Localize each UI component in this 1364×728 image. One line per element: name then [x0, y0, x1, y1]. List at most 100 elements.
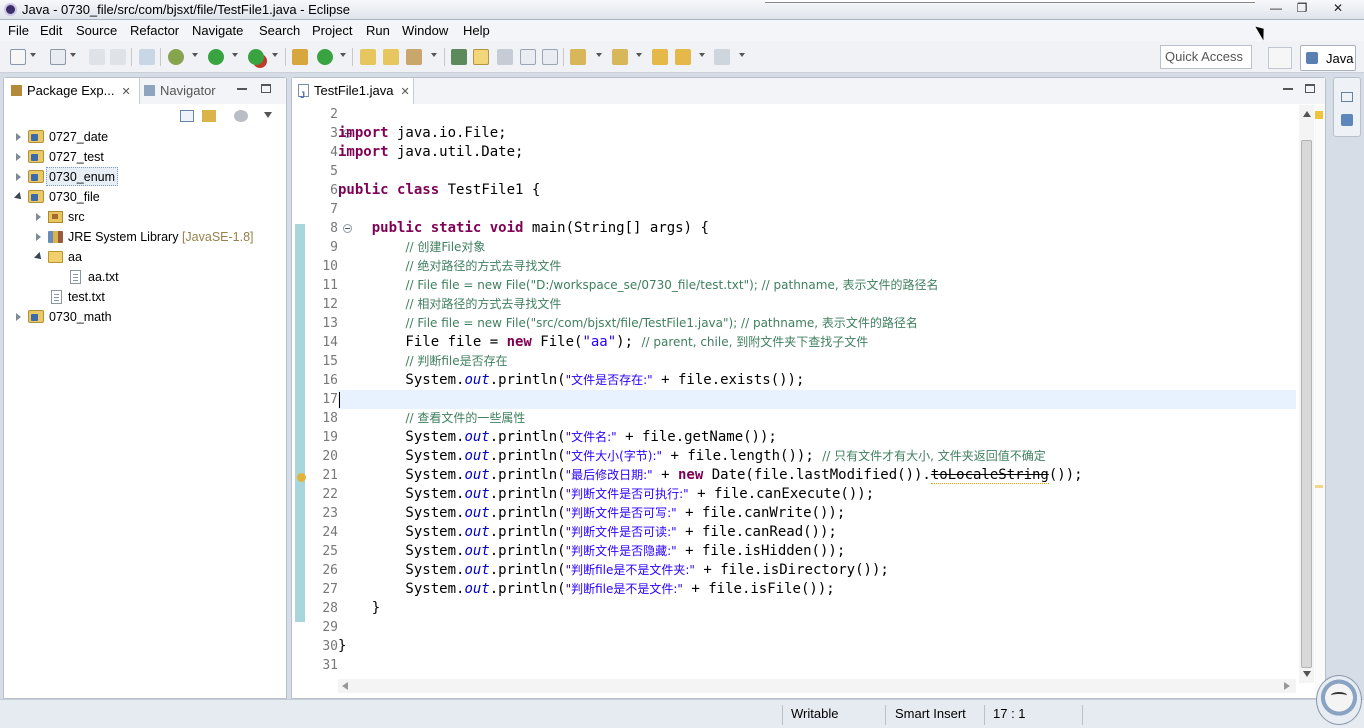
next-annotation-icon[interactable]	[570, 49, 586, 65]
code-line[interactable]: System.out.println("文件大小(字节):" + file.le…	[338, 447, 1296, 466]
code-line[interactable]: import java.util.Date;	[338, 143, 1296, 162]
scroll-left-icon[interactable]	[342, 682, 348, 690]
minimize-editor-icon[interactable]	[1283, 88, 1293, 90]
menu-source[interactable]: Source	[76, 23, 117, 38]
code-line[interactable]: // 判断file是否存在	[338, 352, 1296, 371]
show-source-icon[interactable]	[542, 49, 558, 65]
expand-icon[interactable]	[16, 153, 21, 161]
annotation-ruler[interactable]	[293, 105, 307, 695]
run-icon[interactable]	[208, 49, 224, 65]
scrollbar-thumb[interactable]	[1301, 140, 1312, 668]
occurrence-overview-marker[interactable]	[1315, 485, 1323, 488]
forward-dropdown-icon[interactable]	[739, 53, 745, 57]
code-line[interactable]	[338, 200, 1296, 219]
link-with-editor-icon[interactable]	[202, 110, 216, 122]
menu-run[interactable]: Run	[366, 23, 390, 38]
code-line[interactable]: System.out.println("判断文件是否可读:" + file.ca…	[338, 523, 1296, 542]
tree-item-0730-enum[interactable]: 0730_enum	[4, 167, 284, 186]
external-tools-icon[interactable]	[248, 49, 264, 65]
code-line[interactable]: System.out.println("判断file是不是文件夹:" + fil…	[338, 561, 1296, 580]
code-line[interactable]: System.out.println("文件是否存在:" + file.exis…	[338, 371, 1296, 390]
collapse-icon[interactable]	[14, 192, 24, 202]
minimize-view-icon[interactable]	[237, 88, 247, 90]
focus-active-task-icon[interactable]	[234, 110, 248, 122]
tree-item-jre-system-library[interactable]: JRE System Library [JavaSE-1.8]	[4, 228, 284, 246]
code-line[interactable]: public static void main(String[] args) {	[338, 219, 1296, 238]
code-line[interactable]: File file = new File("aa"); // parent, c…	[338, 333, 1296, 352]
toggle-ant-editor-icon[interactable]	[451, 49, 467, 65]
code-line[interactable]	[338, 618, 1296, 637]
save-icon[interactable]	[89, 49, 105, 65]
expand-icon[interactable]	[16, 173, 21, 181]
open-type-icon[interactable]	[360, 49, 376, 65]
close-icon[interactable]: ✕	[400, 79, 409, 105]
tree-item-test-txt[interactable]: test.txt	[4, 288, 284, 306]
code-line[interactable]: public class TestFile1 {	[338, 181, 1296, 200]
debug-icon[interactable]	[168, 49, 184, 65]
code-line[interactable]: System.out.println("判断文件是否可执行:" + file.c…	[338, 485, 1296, 504]
menu-refactor[interactable]: Refactor	[130, 23, 179, 38]
previous-annotation-icon[interactable]	[612, 49, 628, 65]
code-line[interactable]: }	[338, 599, 1296, 618]
new-icon[interactable]	[10, 49, 26, 65]
close-button[interactable]: ✕	[1324, 0, 1352, 18]
expand-icon[interactable]	[16, 133, 21, 141]
menu-window[interactable]: Window	[402, 23, 448, 38]
tree-item-aa[interactable]: aa	[4, 248, 284, 266]
save-all-icon[interactable]	[110, 49, 126, 65]
toggle-mark-occurrences-icon[interactable]	[473, 49, 489, 65]
code-line[interactable]: System.out.println("判断文件是否隐藏:" + file.is…	[338, 542, 1296, 561]
tree-item-0727-date[interactable]: 0727_date	[4, 128, 284, 146]
show-whitespace-icon[interactable]	[520, 49, 536, 65]
external-tools-dropdown-icon[interactable]	[272, 53, 278, 57]
tab-testfile1-java[interactable]: TestFile1.java ✕	[292, 78, 414, 108]
code-line[interactable]: // File file = new File("D:/workspace_se…	[338, 276, 1296, 295]
code-line[interactable]: System.out.println("最后修改日期:" + new Date(…	[338, 466, 1296, 485]
previous-annotation-dropdown-icon[interactable]	[636, 53, 642, 57]
tree-item-0730-math[interactable]: 0730_math	[4, 308, 284, 326]
menu-search[interactable]: Search	[259, 23, 300, 38]
code-line[interactable]	[338, 656, 1296, 675]
last-edit-location-icon[interactable]	[652, 49, 668, 65]
java-perspective-button[interactable]: Java	[1300, 45, 1356, 71]
collapse-icon[interactable]	[34, 252, 44, 262]
restore-icon[interactable]	[1341, 92, 1353, 102]
menu-edit[interactable]: Edit	[40, 23, 62, 38]
code-line[interactable]: // File file = new File("src/com/bjsxt/f…	[338, 314, 1296, 333]
scroll-up-icon[interactable]	[1303, 111, 1311, 117]
tab-package-explorer[interactable]: Package Exp... ✕	[4, 78, 140, 104]
quick-access-field[interactable]: Quick Access	[1160, 45, 1252, 69]
new-wizard-icon[interactable]	[50, 49, 66, 65]
new-java-package-icon[interactable]	[292, 49, 308, 65]
tree-item-0727-test[interactable]: 0727_test	[4, 148, 284, 166]
menu-help[interactable]: Help	[463, 23, 490, 38]
forward-icon[interactable]	[714, 49, 730, 65]
vertical-scrollbar[interactable]	[1299, 105, 1314, 683]
menu-navigate[interactable]: Navigate	[192, 23, 243, 38]
code-line[interactable]: // 绝对路径的方式去寻找文件	[338, 257, 1296, 276]
warning-overview-marker[interactable]	[1315, 111, 1323, 119]
code-line[interactable]: import java.io.File;	[338, 124, 1296, 143]
skip-breakpoints-icon[interactable]	[139, 49, 155, 65]
scroll-right-icon[interactable]	[1284, 682, 1290, 690]
maximize-button[interactable]: ❐	[1288, 0, 1316, 18]
warning-icon[interactable]	[297, 473, 306, 482]
new-wizard-dropdown-icon[interactable]	[70, 53, 76, 57]
close-icon[interactable]: ✕	[121, 79, 130, 105]
expand-icon[interactable]	[36, 233, 41, 241]
menu-project[interactable]: Project	[312, 23, 352, 38]
code-line[interactable]	[338, 105, 1296, 124]
next-annotation-dropdown-icon[interactable]	[596, 53, 602, 57]
toggle-block-selection-icon[interactable]	[497, 49, 513, 65]
scroll-down-icon[interactable]	[1303, 671, 1311, 677]
code-line[interactable]	[338, 390, 1296, 409]
expand-icon[interactable]	[36, 213, 41, 221]
code-line[interactable]: // 创建File对象	[338, 238, 1296, 257]
new-java-class-dropdown-icon[interactable]	[340, 53, 346, 57]
debug-dropdown-icon[interactable]	[192, 53, 198, 57]
outline-icon[interactable]	[1341, 114, 1353, 126]
expand-icon[interactable]	[16, 313, 21, 321]
back-dropdown-icon[interactable]	[699, 53, 705, 57]
code-line[interactable]	[338, 162, 1296, 181]
search-dropdown-icon[interactable]	[431, 53, 437, 57]
